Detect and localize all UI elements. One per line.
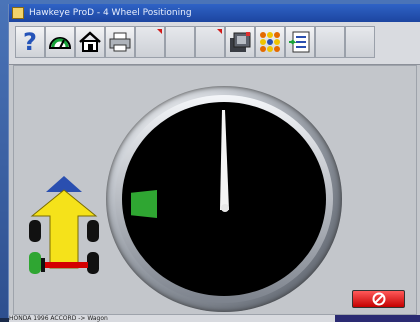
app-icon	[12, 7, 24, 19]
gauge-button[interactable]	[45, 26, 75, 58]
checklist-button[interactable]	[285, 26, 315, 58]
status-bar: HONDA 1996 ACCORD -> Wagon	[9, 315, 420, 322]
printer-icon	[109, 32, 131, 52]
camera-button[interactable]	[225, 26, 255, 58]
question-mark-icon: ?	[23, 28, 37, 56]
toolbar: ?	[9, 22, 420, 65]
alignment-gauge	[106, 86, 342, 312]
toolbar-empty-button-4[interactable]	[315, 26, 345, 58]
title-bar[interactable]: Hawkeye ProD - 4 Wheel Positioning	[9, 4, 420, 22]
app-window: Hawkeye ProD - 4 Wheel Positioning ? HON…	[8, 4, 420, 322]
toolbar-empty-button-2[interactable]	[165, 26, 195, 58]
checklist-icon	[289, 31, 310, 53]
gauge-needle	[220, 110, 229, 212]
camera-icon	[230, 32, 251, 52]
print-button[interactable]	[105, 26, 135, 58]
toolbar-empty-button-5[interactable]	[345, 26, 375, 58]
toolbar-empty-button-3[interactable]	[195, 26, 225, 58]
vehicle-direction-icon	[29, 176, 99, 274]
status-bar-right-panel	[335, 315, 420, 322]
stop-button[interactable]	[352, 290, 405, 308]
gauge-icon	[48, 37, 72, 49]
help-button[interactable]: ?	[15, 26, 45, 58]
main-panel	[13, 65, 417, 315]
home-button[interactable]	[75, 26, 105, 58]
dots-grid-icon	[260, 32, 280, 52]
toolbar-empty-button-1[interactable]	[135, 26, 165, 58]
home-icon	[79, 31, 101, 52]
window-title: Hawkeye ProD - 4 Wheel Positioning	[29, 8, 192, 18]
stop-icon	[372, 292, 385, 306]
vehicle-info-text: HONDA 1996 ACCORD -> Wagon	[9, 315, 108, 322]
dots-button[interactable]	[255, 26, 285, 58]
